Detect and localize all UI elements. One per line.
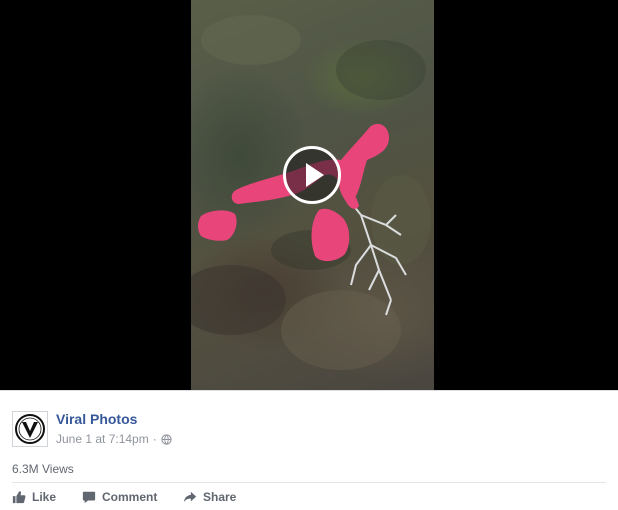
video-player[interactable] bbox=[0, 0, 618, 390]
thumbs-up-icon bbox=[12, 491, 26, 504]
page-avatar[interactable] bbox=[12, 411, 48, 447]
share-arrow-icon bbox=[183, 491, 197, 503]
play-icon bbox=[306, 163, 324, 187]
actions-divider bbox=[12, 482, 606, 483]
comment-button[interactable]: Comment bbox=[82, 489, 157, 505]
comment-icon bbox=[82, 491, 96, 504]
like-label: Like bbox=[32, 490, 57, 504]
play-button[interactable] bbox=[283, 146, 341, 204]
view-count: 6.3M Views bbox=[12, 462, 74, 476]
post-meta: June 1 at 7:14pm · bbox=[56, 432, 172, 446]
post-footer-divider bbox=[0, 390, 618, 401]
meta-separator: · bbox=[152, 432, 157, 446]
share-label: Share bbox=[203, 490, 237, 504]
globe-icon[interactable] bbox=[161, 433, 172, 445]
like-button[interactable]: Like bbox=[12, 489, 56, 505]
comment-label: Comment bbox=[102, 490, 158, 504]
post-timestamp[interactable]: June 1 at 7:14pm bbox=[56, 432, 149, 446]
viral-photos-logo bbox=[15, 414, 45, 444]
share-button[interactable]: Share bbox=[183, 489, 236, 505]
page-name-link[interactable]: Viral Photos bbox=[56, 411, 137, 427]
